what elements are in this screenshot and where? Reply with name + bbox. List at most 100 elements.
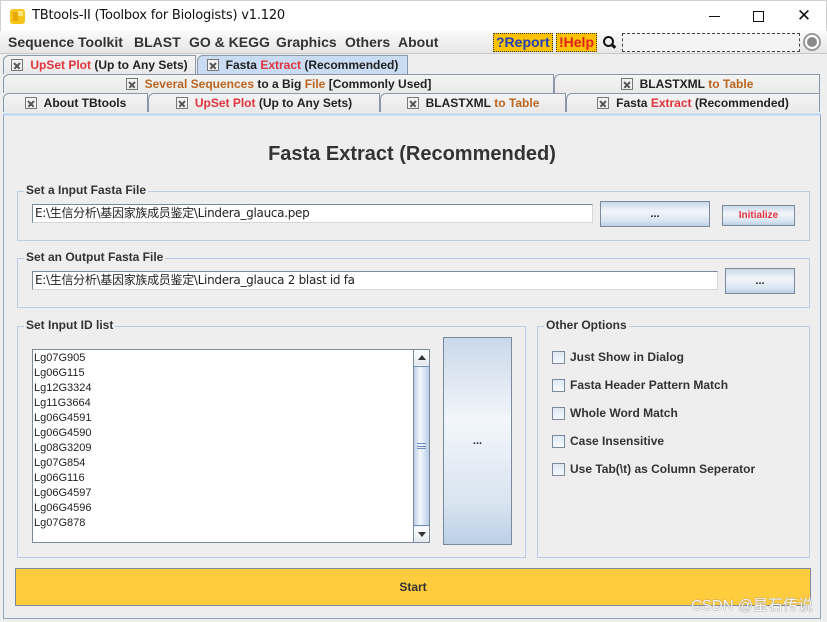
maximize-button[interactable]: [735, 1, 781, 32]
id-list-textarea[interactable]: Lg07G905 Lg06G115 Lg12G3324 Lg11G3664 Lg06G4…: [32, 349, 430, 543]
tab-fasta-extract-row3[interactable]: Fasta Extract (Recommended): [566, 93, 820, 112]
tab-several-sequences[interactable]: Several Sequences to a Big File [Commonl…: [3, 74, 554, 93]
tab-label-part: Fasta: [616, 96, 651, 110]
tab-label-part: (Up to Any Sets): [255, 96, 353, 110]
app-logo-icon: [10, 9, 25, 24]
arrow-up-icon: [417, 355, 426, 360]
tab-close-icon[interactable]: [406, 97, 419, 109]
option-row[interactable]: Case Insensitive: [552, 434, 664, 448]
tab-label-part: BLASTXML: [425, 96, 491, 110]
minimize-button[interactable]: [691, 1, 737, 32]
input-browse-button[interactable]: ...: [600, 201, 710, 227]
option-checkbox[interactable]: [552, 350, 565, 364]
tab-label-part: UpSet Plot: [30, 58, 91, 72]
output-browse-button[interactable]: ...: [725, 268, 795, 294]
menu-others[interactable]: Others: [345, 34, 390, 50]
tab-label-part: [Commonly Used]: [325, 77, 432, 91]
id-list-item: Lg06G116: [34, 472, 85, 484]
id-list-item: Lg08G3209: [34, 442, 92, 454]
id-list-item: Lg06G4596: [34, 502, 92, 514]
input-fasta-legend: Set a Input Fasta File: [24, 183, 149, 197]
grip-icon: [417, 443, 426, 449]
tab-close-icon[interactable]: [11, 59, 24, 71]
tab-label-part: (Recommended): [691, 96, 789, 110]
option-row[interactable]: Use Tab(\t) as Column Seperator: [552, 462, 755, 476]
option-row[interactable]: Whole Word Match: [552, 406, 678, 420]
id-list-group: Set Input ID list Lg07G905 Lg06G115 Lg12G3…: [17, 318, 526, 558]
menu-graphics[interactable]: Graphics: [276, 34, 337, 50]
arrow-down-icon: [417, 532, 426, 537]
id-list-item: Lg07G854: [34, 457, 86, 469]
tab-label-part: Extract: [260, 58, 301, 72]
option-label: Whole Word Match: [570, 406, 678, 420]
tab-close-icon[interactable]: [175, 97, 188, 109]
tab-strip: UpSet Plot (Up to Any Sets) Fasta Extrac…: [0, 54, 827, 114]
output-fasta-legend: Set an Output Fasta File: [24, 250, 166, 264]
watermark: CSDN @星石传说: [691, 597, 813, 614]
id-list-browse-button[interactable]: ...: [443, 337, 512, 545]
report-button[interactable]: ?Report: [493, 33, 553, 52]
scroll-up-button[interactable]: [414, 350, 429, 365]
tab-label-part: (Recommended): [301, 58, 399, 72]
scroll-thumb[interactable]: [414, 366, 429, 526]
tab-label-part: About TBtools: [43, 96, 127, 110]
radio-button-icon[interactable]: [803, 33, 821, 51]
tab-close-icon[interactable]: [206, 59, 219, 71]
option-row[interactable]: Just Show in Dialog: [552, 350, 684, 364]
input-fasta-group: Set a Input Fasta File E:\生信分析\基因家族成员鉴定\…: [17, 183, 810, 241]
menu-go-kegg[interactable]: GO & KEGG: [189, 34, 270, 50]
scroll-down-button[interactable]: [414, 527, 429, 542]
tab-label-part: to a Big: [254, 77, 305, 91]
id-list-legend: Set Input ID list: [24, 318, 116, 332]
id-list-items: Lg07G905 Lg06G115 Lg12G3324 Lg11G3664 Lg06G4…: [34, 351, 412, 531]
tab-close-icon[interactable]: [24, 97, 37, 109]
menu-about[interactable]: About: [398, 34, 438, 50]
tab-label-part: File: [304, 77, 326, 91]
tab-label-part: BLASTXML: [639, 77, 705, 91]
id-list-item: Lg06G4591: [34, 412, 92, 424]
option-checkbox[interactable]: [552, 434, 565, 448]
tab-close-icon[interactable]: [597, 97, 610, 109]
id-list-item: Lg06G115: [34, 367, 85, 379]
close-button[interactable]: ✕: [781, 1, 827, 32]
input-fasta-field[interactable]: E:\生信分析\基因家族成员鉴定\Lindera_glauca.pep: [32, 204, 593, 223]
tab-blastxml-row3[interactable]: BLASTXML to Table: [380, 93, 566, 112]
other-options-group: Other Options Just Show in Dialog Fasta H…: [537, 318, 810, 558]
output-fasta-field[interactable]: E:\生信分析\基因家族成员鉴定\Lindera_glauca 2 blast …: [32, 271, 718, 290]
option-checkbox[interactable]: [552, 406, 565, 420]
search-icon: [603, 36, 614, 47]
page-title: Fasta Extract (Recommended): [268, 143, 556, 165]
search-input[interactable]: [622, 33, 800, 52]
window-title: TBtools-II (Toolbox for Biologists) v1.1…: [32, 8, 285, 23]
option-label: Fasta Header Pattern Match: [570, 378, 729, 392]
tab-label-part: Fasta: [225, 58, 261, 72]
tab-fasta-extract-selected[interactable]: Fasta Extract (Recommended): [197, 55, 408, 74]
maximize-icon: [752, 11, 764, 22]
tab-blastxml-row2[interactable]: BLASTXML to Table: [554, 74, 820, 93]
tab-label-part: (Up to Any Sets): [91, 58, 188, 72]
help-button[interactable]: !Help: [556, 33, 597, 52]
id-list-item: Lg06G4597: [34, 487, 92, 499]
fasta-extract-panel: Fasta Extract (Recommended) Set a Input …: [3, 113, 821, 619]
tab-label-part: Extract: [650, 96, 692, 110]
minimize-icon: [708, 16, 720, 17]
id-list-item: Lg11G3664: [34, 397, 91, 409]
option-row[interactable]: Fasta Header Pattern Match: [552, 378, 728, 392]
option-checkbox[interactable]: [552, 378, 565, 392]
option-label: Case Insensitive: [570, 434, 665, 448]
tab-close-icon[interactable]: [620, 78, 633, 90]
tab-about-tbtools[interactable]: About TBtools: [3, 93, 148, 112]
tab-upset-plot-row3[interactable]: UpSet Plot (Up to Any Sets): [148, 93, 380, 112]
id-list-scrollbar[interactable]: [413, 350, 429, 542]
menu-sequence-toolkit[interactable]: Sequence Toolkit: [8, 34, 123, 50]
option-checkbox[interactable]: [552, 462, 565, 476]
other-options-legend: Other Options: [544, 318, 629, 332]
tab-close-icon[interactable]: [125, 78, 138, 90]
menu-blast[interactable]: BLAST: [134, 34, 181, 50]
tab-label-part: to Table: [490, 96, 540, 110]
title-bar: TBtools-II (Toolbox for Biologists) v1.1…: [0, 0, 827, 31]
option-label: Use Tab(\t) as Column Seperator: [570, 462, 756, 476]
tab-upset-plot-row1[interactable]: UpSet Plot (Up to Any Sets): [3, 55, 196, 74]
initialize-button[interactable]: Initialize: [722, 205, 795, 226]
tab-label-part: UpSet Plot: [194, 96, 256, 110]
